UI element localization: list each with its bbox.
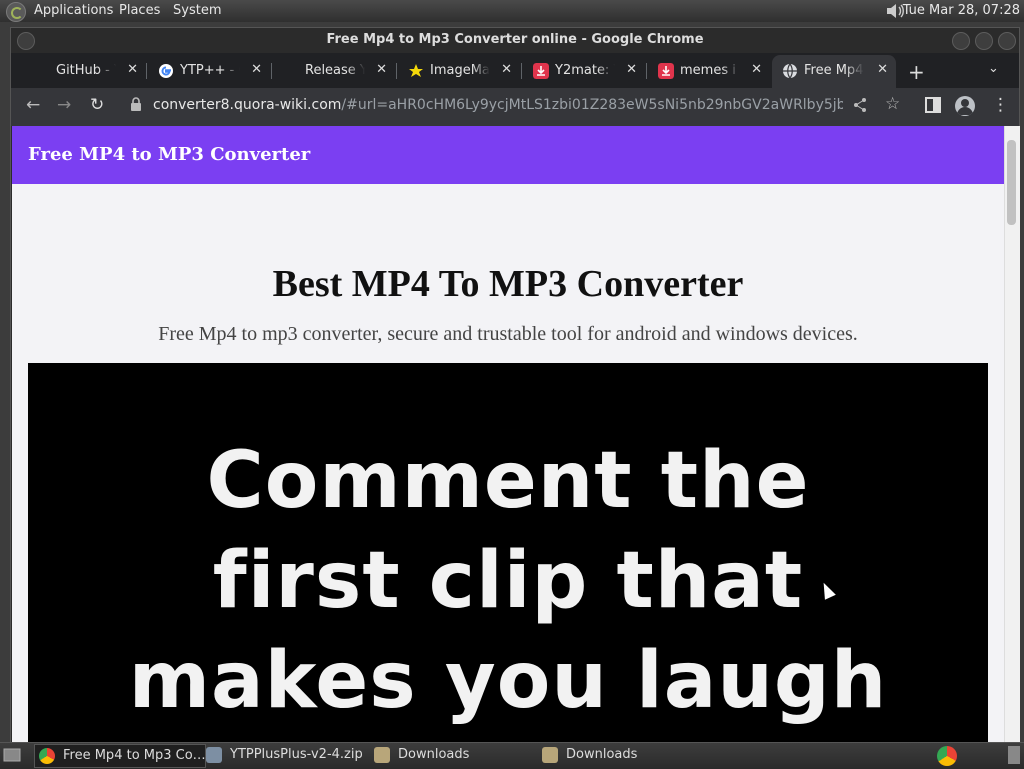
lock-icon[interactable] — [130, 97, 142, 111]
caption-line: Comment the — [206, 436, 810, 526]
taskbar-label: YTPPlusPlus-v2-4.zip — [230, 747, 363, 762]
tab-label: Y2mate: Y — [555, 63, 615, 78]
tab-search-chevron-icon[interactable]: ⌄ — [988, 61, 999, 76]
back-arrow-icon[interactable]: ← — [26, 95, 40, 115]
tray-chrome-icon[interactable] — [937, 746, 957, 766]
taskbar-item-zip[interactable]: YTPPlusPlus-v2-4.zip — [206, 744, 366, 766]
tab-divider — [271, 63, 272, 79]
taskbar-label: Downloads — [398, 747, 470, 762]
download-icon — [533, 63, 549, 79]
close-tab-icon[interactable]: ✕ — [751, 62, 762, 77]
tab-label: GitHub - Y — [56, 63, 116, 78]
taskbar-item-downloads-1[interactable]: Downloads — [374, 744, 534, 766]
window-menu-button[interactable] — [17, 32, 35, 50]
archive-icon — [206, 746, 222, 763]
url-path: /#url=aHR0cHM6Ly9ycjMtLS1zbi01Z283eW5sNi… — [341, 97, 843, 113]
taskbar-label: Downloads — [566, 747, 638, 762]
applications-menu[interactable]: Applications — [34, 3, 113, 18]
video-frame-caption: Comment the first clip that makes you la… — [28, 431, 988, 731]
tab-label: Release Y — [305, 63, 365, 78]
trash-icon[interactable] — [1008, 746, 1020, 764]
clock[interactable]: Tue Mar 28, 07:28 — [903, 3, 1020, 18]
tab-github[interactable]: GitHub - Y ✕ — [24, 56, 146, 86]
tab-label: YTP++ - G — [180, 63, 240, 78]
taskbar-item-chrome[interactable]: Free Mp4 to Mp3 Co… — [34, 744, 206, 768]
star-icon — [409, 64, 423, 77]
side-panel-icon[interactable] — [925, 97, 941, 113]
download-icon — [658, 63, 674, 79]
window-title[interactable]: Free Mp4 to Mp3 Converter online - Googl… — [11, 28, 1019, 52]
tab-release[interactable]: Release Y ✕ — [273, 56, 395, 86]
close-tab-icon[interactable]: ✕ — [127, 62, 138, 77]
minimize-button[interactable] — [952, 32, 970, 50]
scrollbar-thumb[interactable] — [1007, 140, 1016, 225]
forward-arrow-icon[interactable]: → — [57, 95, 71, 115]
video-player[interactable]: Comment the first clip that makes you la… — [28, 363, 988, 743]
close-tab-icon[interactable]: ✕ — [251, 62, 262, 77]
tab-label: ImageMag — [430, 63, 490, 78]
system-menu[interactable]: System — [173, 3, 221, 18]
tab-divider — [396, 63, 397, 79]
globe-icon — [783, 63, 797, 79]
close-tab-icon[interactable]: ✕ — [877, 62, 888, 77]
taskbar-label: Free Mp4 to Mp3 Co… — [63, 748, 206, 763]
tab-divider — [521, 63, 522, 79]
tab-memes[interactable]: memes i n ✕ — [648, 56, 770, 86]
tab-divider — [646, 63, 647, 79]
new-tab-button[interactable]: + — [908, 60, 925, 84]
tab-ytp[interactable]: YTP++ - G ✕ — [148, 56, 270, 86]
tab-label: Free Mp4 t — [804, 63, 864, 78]
folder-icon — [542, 746, 558, 763]
system-logo-icon[interactable] — [6, 2, 26, 22]
close-tab-icon[interactable]: ✕ — [626, 62, 637, 77]
tab-y2mate[interactable]: Y2mate: Y ✕ — [523, 56, 645, 86]
page-heading: Best MP4 To MP3 Converter — [272, 263, 744, 305]
taskbar-item-downloads-2[interactable]: Downloads — [542, 744, 702, 766]
browser-menu-icon[interactable]: ⋮ — [992, 95, 1009, 115]
tab-imagemagick[interactable]: ImageMag ✕ — [398, 56, 520, 86]
tab-divider — [146, 63, 147, 79]
folder-icon — [374, 746, 390, 763]
tab-free-mp4-active[interactable]: Free Mp4 t ✕ — [772, 55, 896, 88]
bookmark-star-icon[interactable]: ☆ — [885, 94, 900, 114]
caption-line: first clip that — [212, 536, 804, 626]
chrome-icon — [39, 747, 55, 764]
places-menu[interactable]: Places — [119, 3, 160, 18]
reload-icon[interactable]: ↻ — [90, 95, 104, 115]
caption-line: makes you laugh — [128, 636, 888, 726]
page-subheading: Free Mp4 to mp3 converter, secure and tr… — [158, 323, 858, 345]
url-domain: converter8.quora-wiki.com — [153, 97, 342, 113]
tab-label: memes i n — [680, 63, 740, 78]
address-bar-input[interactable]: converter8.quora-wiki.com/#url=aHR0cHM6L… — [153, 97, 843, 113]
site-title-link[interactable]: Free MP4 to MP3 Converter — [28, 144, 310, 165]
close-tab-icon[interactable]: ✕ — [376, 62, 387, 77]
close-window-button[interactable] — [998, 32, 1016, 50]
close-tab-icon[interactable]: ✕ — [501, 62, 512, 77]
share-icon[interactable] — [852, 97, 868, 113]
profile-avatar-icon[interactable] — [955, 96, 975, 116]
system-top-panel: Applications Places System Tue Mar 28, 0… — [0, 0, 1024, 22]
google-icon — [159, 64, 173, 78]
show-desktop-icon[interactable] — [3, 747, 21, 763]
maximize-button[interactable] — [975, 32, 993, 50]
